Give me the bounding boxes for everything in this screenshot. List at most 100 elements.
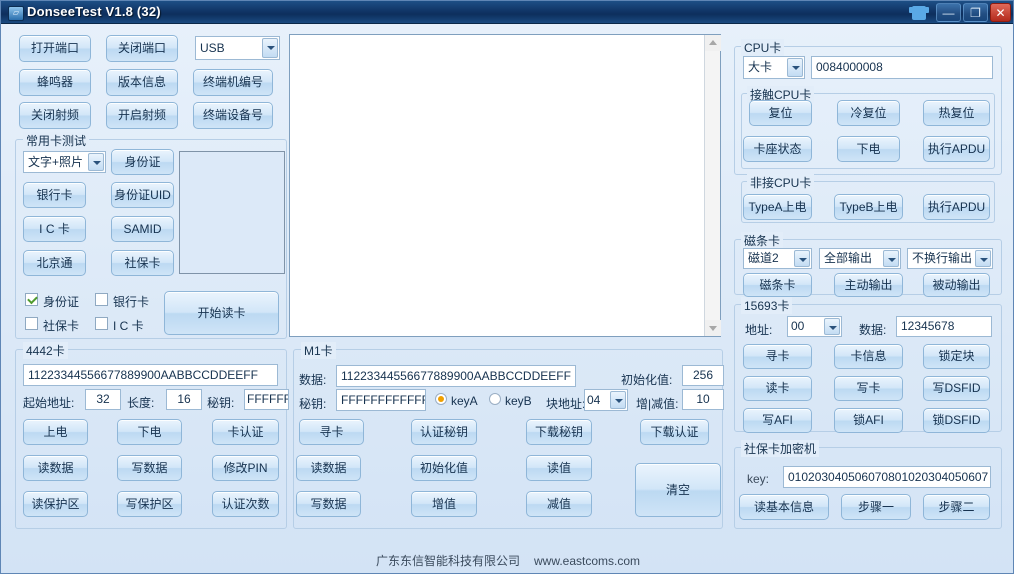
close-rf-button[interactable]: 关闭射频 (19, 102, 91, 129)
samid-button[interactable]: SAMID (111, 216, 174, 242)
card4442-button-2[interactable]: 卡认证 (212, 419, 279, 445)
card15693-button-8[interactable]: 锁DSFID (923, 408, 990, 433)
clear-button[interactable]: 清空 (635, 463, 721, 517)
terminal-device-no-button[interactable]: 终端设备号 (193, 102, 273, 129)
social-card-button[interactable]: 社保卡 (111, 250, 174, 276)
magnetic-track-select[interactable]: 磁道2 (743, 248, 812, 269)
minimize-button[interactable]: — (936, 3, 961, 22)
checkbox-ic-card[interactable] (95, 317, 108, 330)
card4442-key-input[interactable]: FFFFFF (244, 389, 289, 410)
card4442-button-3[interactable]: 读数据 (23, 455, 88, 481)
magnetic-newline-select[interactable]: 不换行输出 (907, 248, 993, 269)
social-encryptor-button-0[interactable]: 读基本信息 (739, 494, 829, 520)
social-encryptor-button-1[interactable]: 步骤一 (841, 494, 911, 520)
chevron-down-icon[interactable] (824, 318, 840, 335)
chevron-down-icon[interactable] (975, 250, 991, 267)
card4442-button-8[interactable]: 认证次数 (212, 491, 279, 517)
log-scrollbar[interactable] (704, 35, 721, 336)
close-button[interactable]: ✕ (990, 3, 1011, 22)
magnetic-button-1[interactable]: 主动输出 (834, 273, 903, 297)
log-textarea[interactable] (289, 34, 721, 337)
m1card-button-4[interactable]: 读数据 (296, 455, 361, 481)
card4442-start-addr-input[interactable]: 32 (85, 389, 121, 410)
chevron-down-icon[interactable] (88, 153, 104, 171)
cpu-contactless-button-0[interactable]: TypeA上电 (743, 194, 812, 220)
terminal-no-button[interactable]: 终端机编号 (193, 69, 273, 96)
card4442-button-1[interactable]: 下电 (117, 419, 182, 445)
card15693-data-input[interactable]: 12345678 (896, 316, 992, 337)
scroll-down-icon[interactable] (705, 320, 721, 336)
card4442-button-5[interactable]: 修改PIN (212, 455, 279, 481)
start-read-button[interactable]: 开始读卡 (164, 291, 279, 335)
m1card-button-3[interactable]: 下载认证 (640, 419, 709, 445)
beijing-tong-button[interactable]: 北京通 (23, 250, 86, 276)
card4442-data-input[interactable]: 11223344556677889900AABBCCDDEEFF (23, 364, 278, 386)
scroll-up-icon[interactable] (705, 35, 721, 51)
photo-mode-select[interactable]: 文字+照片 (23, 151, 106, 173)
open-rf-button[interactable]: 开启射频 (106, 102, 178, 129)
bank-card-button[interactable]: 银行卡 (23, 182, 86, 208)
cpu-contact-button-2[interactable]: 热复位 (923, 100, 990, 126)
shirt-icon[interactable] (906, 3, 931, 22)
checkbox-id-card[interactable] (25, 293, 38, 306)
radio-keyA[interactable] (435, 393, 447, 405)
social-encryptor-key-input[interactable]: 010203040506070801020304050607 (783, 466, 991, 488)
checkbox-bank-card[interactable] (95, 293, 108, 306)
m1card-button-1[interactable]: 认证秘钥 (411, 419, 477, 445)
card15693-button-4[interactable]: 写卡 (834, 376, 903, 401)
cpu-contact-button-4[interactable]: 下电 (837, 136, 900, 162)
card15693-button-2[interactable]: 锁定块 (923, 344, 990, 369)
card15693-addr-select[interactable]: 00 (787, 316, 842, 337)
card4442-button-0[interactable]: 上电 (23, 419, 88, 445)
magnetic-button-2[interactable]: 被动输出 (923, 273, 990, 297)
cpu-contact-button-0[interactable]: 复位 (749, 100, 812, 126)
cpu-contact-button-1[interactable]: 冷复位 (837, 100, 900, 126)
card4442-button-4[interactable]: 写数据 (117, 455, 182, 481)
chevron-down-icon[interactable] (610, 391, 626, 409)
radio-keyB[interactable] (489, 393, 501, 405)
m1card-button-6[interactable]: 读值 (526, 455, 592, 481)
version-info-button[interactable]: 版本信息 (106, 69, 178, 96)
checkbox-social-card[interactable] (25, 317, 38, 330)
m1card-init-input[interactable]: 256 (682, 365, 724, 386)
cpu-contactless-button-2[interactable]: 执行APDU (923, 194, 990, 220)
card4442-button-7[interactable]: 写保护区 (117, 491, 182, 517)
id-card-uid-button[interactable]: 身份证UID (111, 182, 174, 208)
open-port-button[interactable]: 打开端口 (19, 35, 91, 62)
card15693-button-7[interactable]: 锁AFI (834, 408, 903, 433)
m1card-button-9[interactable]: 减值 (526, 491, 592, 517)
card4442-button-6[interactable]: 读保护区 (23, 491, 88, 517)
close-port-button[interactable]: 关闭端口 (106, 35, 178, 62)
m1card-button-0[interactable]: 寻卡 (299, 419, 364, 445)
maximize-button[interactable]: ❐ (963, 3, 988, 22)
chevron-down-icon[interactable] (787, 58, 803, 77)
social-encryptor-button-2[interactable]: 步骤二 (923, 494, 990, 520)
port-select[interactable]: USB (195, 36, 280, 60)
card15693-button-1[interactable]: 卡信息 (834, 344, 903, 369)
chevron-down-icon[interactable] (262, 38, 278, 58)
chevron-down-icon[interactable] (794, 250, 810, 267)
card15693-button-6[interactable]: 写AFI (743, 408, 812, 433)
m1card-block-addr-select[interactable]: 04 (584, 389, 628, 411)
m1card-button-7[interactable]: 写数据 (296, 491, 361, 517)
m1card-key-input[interactable]: FFFFFFFFFFFF (336, 389, 426, 411)
card4442-length-input[interactable]: 16 (166, 389, 202, 410)
cpu-apdu-input[interactable]: 0084000008 (811, 56, 993, 79)
cpu-contact-button-3[interactable]: 卡座状态 (743, 136, 812, 162)
card15693-button-0[interactable]: 寻卡 (743, 344, 812, 369)
magnetic-output-select[interactable]: 全部输出 (819, 248, 901, 269)
card15693-button-5[interactable]: 写DSFID (923, 376, 990, 401)
chevron-down-icon[interactable] (883, 250, 899, 267)
cpu-contactless-button-1[interactable]: TypeB上电 (834, 194, 903, 220)
magnetic-button-0[interactable]: 磁条卡 (743, 273, 812, 297)
ic-card-button[interactable]: I C 卡 (23, 216, 86, 242)
m1card-button-8[interactable]: 增值 (411, 491, 477, 517)
id-card-button[interactable]: 身份证 (111, 149, 174, 175)
card15693-button-3[interactable]: 读卡 (743, 376, 812, 401)
buzzer-button[interactable]: 蜂鸣器 (19, 69, 91, 96)
m1card-data-input[interactable]: 11223344556677889900AABBCCDDEEFF (336, 365, 576, 387)
m1card-incdec-input[interactable]: 10 (682, 389, 724, 410)
cpu-card-type-select[interactable]: 大卡 (743, 56, 805, 79)
cpu-contact-button-5[interactable]: 执行APDU (923, 136, 990, 162)
m1card-button-5[interactable]: 初始化值 (411, 455, 477, 481)
